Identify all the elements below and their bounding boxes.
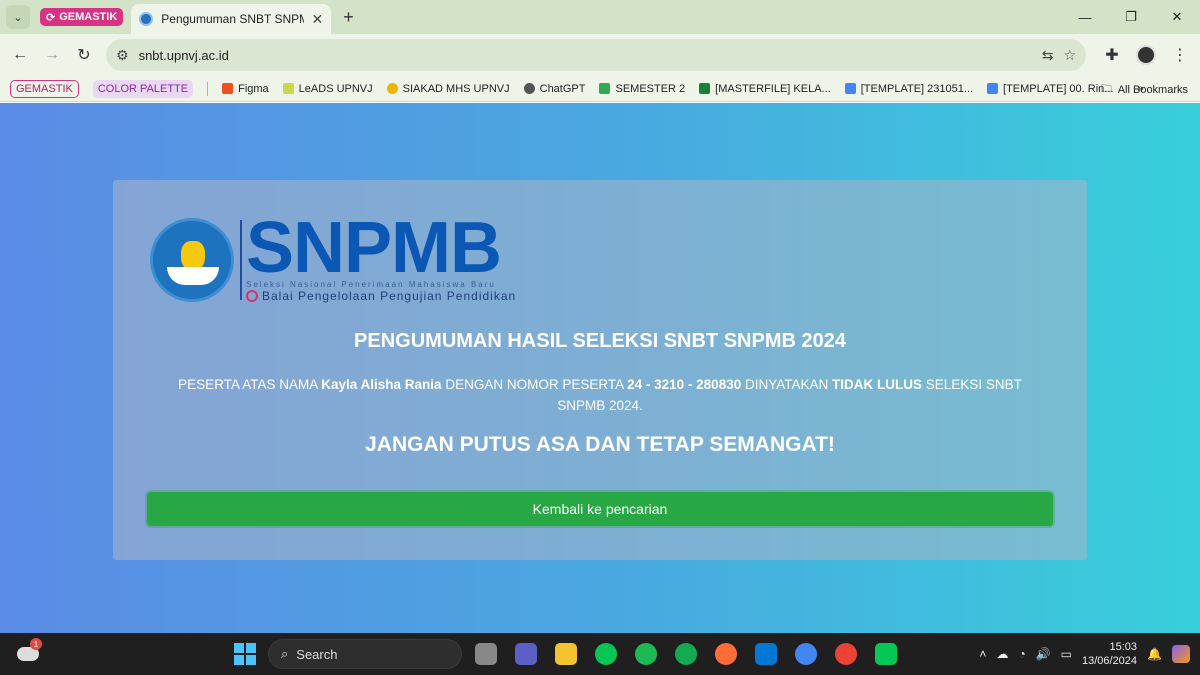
weather-widget[interactable]: 1 xyxy=(8,634,48,674)
battery-icon[interactable]: ▭ xyxy=(1061,647,1072,661)
bookmark-siakad[interactable]: SIAKAD MHS UPNVJ xyxy=(386,83,510,95)
task-view-icon[interactable] xyxy=(470,637,502,671)
siakad-icon xyxy=(386,83,398,94)
bookmark-masterfile[interactable]: [MASTERFILE] KELA... xyxy=(699,83,831,95)
bookmark-star-icon[interactable]: ☆ xyxy=(1063,47,1076,64)
browser-tab-bar: ⌄ ⟳ GEMASTIK Pengumuman SNBT SNPMB 20...… xyxy=(0,0,1200,34)
back-arrow-icon[interactable]: ← xyxy=(4,39,36,71)
page-background: SNPMB Seleksi Nasional Penerimaan Mahasi… xyxy=(0,103,1200,633)
window-controls: — ❐ ✕ xyxy=(1062,0,1200,34)
postman-icon[interactable] xyxy=(710,637,742,671)
extensions-icon[interactable]: ✚ xyxy=(1096,39,1128,71)
teams-icon[interactable] xyxy=(510,637,542,671)
system-tray: ˄ ☁ ◔ 🔊 ▭ 15:03 13/06/2024 🔔 xyxy=(979,633,1200,675)
close-tab-icon[interactable]: ✕ xyxy=(312,11,324,28)
spotify-icon[interactable] xyxy=(630,637,662,671)
result-status: TIDAK LULUS xyxy=(832,377,923,392)
bookmark-template-2[interactable]: [TEMPLATE] 00. Rin... xyxy=(987,83,1113,95)
file-explorer-icon[interactable] xyxy=(550,637,582,671)
onedrive-cloud-icon[interactable]: ☁ xyxy=(996,647,1008,661)
figma-icon xyxy=(222,83,234,94)
chevron-up-icon[interactable]: ˄ xyxy=(979,647,986,661)
all-bookmarks[interactable]: 🗀 All Bookmarks xyxy=(1101,80,1188,99)
url-text: snbt.upnvj.ac.id xyxy=(138,47,229,63)
participant-name: Kayla Alisha Rania xyxy=(321,377,442,392)
chevron-down-icon: ⌄ xyxy=(13,11,23,24)
windows-start-icon[interactable] xyxy=(234,643,256,665)
chrome-profile-icon[interactable] xyxy=(790,637,822,671)
bookmarks-bar: GEMASTIK COLOR PALETTE Figma LeADS UPNVJ… xyxy=(0,76,1200,102)
tab-title: Pengumuman SNBT SNPMB 20... xyxy=(161,12,303,26)
bookmark-figma[interactable]: Figma xyxy=(222,83,269,95)
tut-wuri-handayani-emblem xyxy=(150,217,234,302)
close-window-icon[interactable]: ✕ xyxy=(1154,0,1200,34)
logo-agency: Balai Pengelolaan Pengujian Pendidikan xyxy=(246,289,516,303)
forward-arrow-icon[interactable]: → xyxy=(36,39,68,71)
vscode-icon[interactable] xyxy=(750,637,782,671)
page-title: PENGUMUMAN HASIL SELEKSI SNBT SNPMB 2024 xyxy=(354,330,846,352)
google-sheets-icon xyxy=(699,83,711,94)
bookmark-group-color-palette[interactable]: COLOR PALETTE xyxy=(92,79,194,98)
google-drive-icon xyxy=(599,83,611,94)
kebab-menu-icon[interactable]: ⋮ xyxy=(1164,39,1196,71)
taskbar-search[interactable]: ⌕ Search xyxy=(268,639,462,669)
refresh-icon: ⟳ xyxy=(46,11,56,24)
site-favicon-icon xyxy=(139,12,154,26)
reload-icon[interactable]: ↻ xyxy=(68,39,100,71)
logo-subtitle: Seleksi Nasional Penerimaan Mahasiswa Ba… xyxy=(246,280,496,289)
google-docs-icon xyxy=(987,83,999,94)
result-message: PESERTA ATAS NAMA Kayla Alisha Rania DEN… xyxy=(178,377,1022,413)
profile-avatar[interactable] xyxy=(1136,45,1156,65)
taskbar: 1 ⌕ Search ˄ ☁ ◔ 🔊 ▭ 15:03 13/06/2024 🔔 xyxy=(0,633,1200,675)
bookmark-chatgpt[interactable]: ChatGPT xyxy=(523,83,585,95)
back-to-search-button[interactable]: Kembali ke pencarian xyxy=(147,492,1053,526)
tab-group-gemastik[interactable]: ⟳ GEMASTIK xyxy=(40,8,124,26)
chrome-icon[interactable] xyxy=(830,637,862,671)
address-bar[interactable]: ⚙ snbt.upnvj.ac.id ⇆ ☆ xyxy=(106,39,1086,71)
restore-icon[interactable]: ❐ xyxy=(1108,0,1154,34)
tab-search-button[interactable]: ⌄ xyxy=(6,5,30,29)
new-tab-button[interactable]: + xyxy=(343,7,354,28)
site-info-icon[interactable]: ⚙ xyxy=(116,47,129,64)
notifications-bell-icon[interactable]: 🔔 xyxy=(1147,647,1162,661)
bookmark-semester-2[interactable]: SEMESTER 2 xyxy=(599,83,685,95)
copilot-icon[interactable] xyxy=(1172,645,1190,663)
leads-icon xyxy=(282,83,294,94)
tab-active[interactable]: Pengumuman SNBT SNPMB 20... ✕ xyxy=(131,4,332,34)
result-card: SNPMB Seleksi Nasional Penerimaan Mahasi… xyxy=(113,180,1087,560)
folder-icon: 🗀 xyxy=(1100,83,1112,95)
motivation-text: JANGAN PUTUS ASA DAN TETAP SEMANGAT! xyxy=(365,433,835,456)
minimize-icon[interactable]: — xyxy=(1062,0,1108,34)
google-docs-icon xyxy=(844,83,856,94)
translate-icon[interactable]: ⇆ xyxy=(1042,47,1054,64)
chatgpt-icon xyxy=(523,83,535,94)
bookmark-group-gemastik[interactable]: GEMASTIK xyxy=(10,79,79,98)
browser-toolbar: ← → ↻ ⚙ snbt.upnvj.ac.id ⇆ ☆ ✚ ⋮ xyxy=(0,34,1200,76)
snpmb-logo: SNPMB Seleksi Nasional Penerimaan Mahasi… xyxy=(150,208,516,303)
search-icon: ⌕ xyxy=(281,646,289,661)
mongodb-icon[interactable] xyxy=(670,637,702,671)
logo-divider xyxy=(240,219,242,300)
bookmark-template-1[interactable]: [TEMPLATE] 231051... xyxy=(844,83,973,95)
volume-icon[interactable]: 🔊 xyxy=(1036,647,1051,661)
logo-wordmark: SNPMB xyxy=(246,208,502,288)
bookmark-divider xyxy=(207,81,209,96)
line-icon[interactable] xyxy=(590,637,622,671)
notification-badge: 1 xyxy=(30,638,42,650)
taskbar-apps xyxy=(470,637,902,671)
check-circle-icon xyxy=(246,290,258,302)
line-app-icon[interactable] xyxy=(870,637,902,671)
bookmark-leads[interactable]: LeADS UPNVJ xyxy=(282,83,373,95)
participant-number: 24 - 3210 - 280830 xyxy=(627,377,742,392)
clock[interactable]: 15:03 13/06/2024 xyxy=(1082,640,1137,668)
wifi-icon[interactable]: ◔ xyxy=(1018,647,1025,661)
